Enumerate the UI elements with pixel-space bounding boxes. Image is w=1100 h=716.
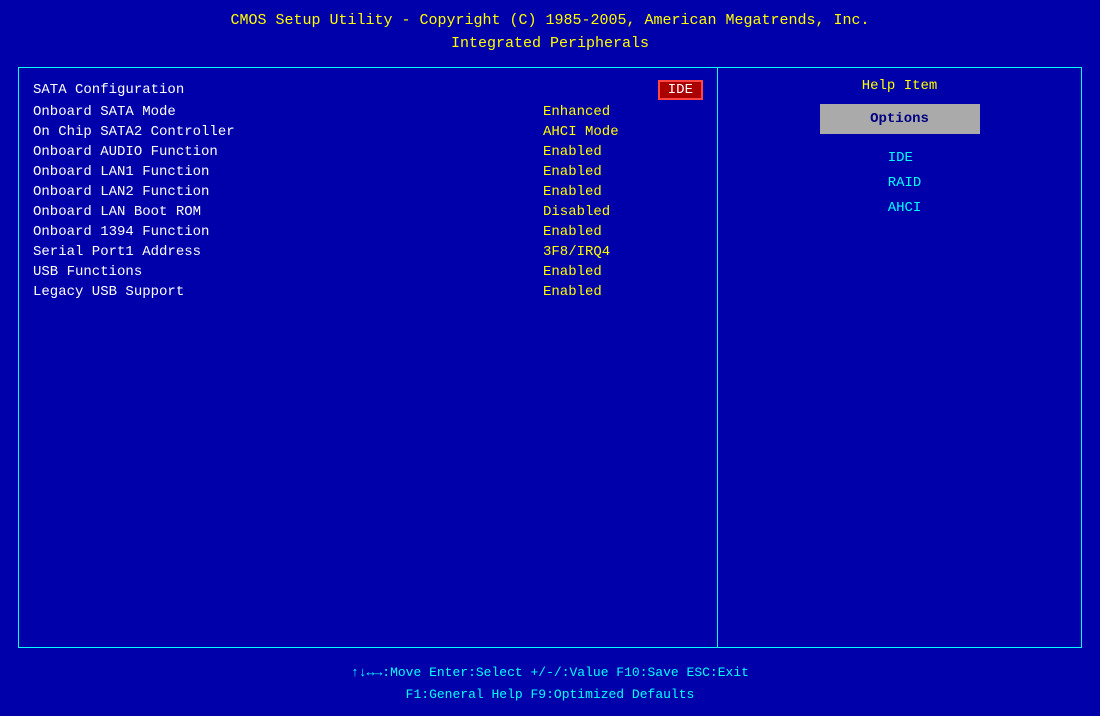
menu-item-value[interactable]: 3F8/IRQ4 <box>543 244 703 260</box>
options-list: IDERAIDAHCI <box>878 146 922 222</box>
left-panel: SATA Configuration IDE Onboard SATA Mode En… <box>19 68 718 647</box>
options-box: Options <box>820 104 980 134</box>
menu-row[interactable]: Onboard LAN2 Function Enabled <box>33 182 703 202</box>
menu-row[interactable]: Onboard LAN Boot ROM Disabled <box>33 202 703 222</box>
bios-footer: ↑↓↔→:Move Enter:Select +/-/:Value F10:Sa… <box>0 654 1100 716</box>
menu-item-label: Onboard AUDIO Function <box>33 144 273 160</box>
header-line2: Integrated Peripherals <box>0 33 1100 56</box>
option-item[interactable]: IDE <box>888 146 922 171</box>
main-container: SATA Configuration IDE Onboard SATA Mode En… <box>18 67 1082 648</box>
right-panel: Help Item Options IDERAIDAHCI <box>718 68 1081 647</box>
menu-row[interactable]: SATA Configuration IDE <box>33 78 703 102</box>
menu-item-value[interactable]: Enabled <box>543 224 703 240</box>
menu-item-label: Onboard SATA Mode <box>33 104 273 120</box>
footer-line2: F1:General Help F9:Optimized Defaults <box>0 684 1100 706</box>
menu-item-label: Onboard LAN Boot ROM <box>33 204 273 220</box>
bios-header: CMOS Setup Utility - Copyright (C) 1985-… <box>0 0 1100 61</box>
help-panel-title: Help Item <box>862 78 938 94</box>
menu-item-label: Legacy USB Support <box>33 284 273 300</box>
menu-item-value[interactable]: Enabled <box>543 264 703 280</box>
menu-item-label: USB Functions <box>33 264 273 280</box>
menu-item-label: Onboard LAN1 Function <box>33 164 273 180</box>
option-item[interactable]: AHCI <box>888 196 922 221</box>
menu-item-label: Onboard 1394 Function <box>33 224 273 240</box>
menu-row[interactable]: Onboard SATA Mode Enhanced <box>33 102 703 122</box>
menu-item-value[interactable]: AHCI Mode <box>543 124 703 140</box>
menu-row[interactable]: Onboard LAN1 Function Enabled <box>33 162 703 182</box>
menu-item-value[interactable]: IDE <box>658 80 703 100</box>
menu-row[interactable]: Onboard 1394 Function Enabled <box>33 222 703 242</box>
options-label: Options <box>839 111 961 127</box>
menu-item-value[interactable]: Enabled <box>543 164 703 180</box>
menu-item-label: Serial Port1 Address <box>33 244 273 260</box>
menu-item-value[interactable]: Enhanced <box>543 104 703 120</box>
option-item[interactable]: RAID <box>888 171 922 196</box>
menu-item-value[interactable]: Disabled <box>543 204 703 220</box>
menu-item-value[interactable]: Enabled <box>543 184 703 200</box>
menu-row[interactable]: USB Functions Enabled <box>33 262 703 282</box>
menu-item-label: SATA Configuration <box>33 82 273 98</box>
menu-item-label: Onboard LAN2 Function <box>33 184 273 200</box>
menu-item-value[interactable]: Enabled <box>543 144 703 160</box>
menu-item-label: On Chip SATA2 Controller <box>33 124 273 140</box>
menu-row[interactable]: Serial Port1 Address 3F8/IRQ4 <box>33 242 703 262</box>
footer-line1: ↑↓↔→:Move Enter:Select +/-/:Value F10:Sa… <box>0 662 1100 684</box>
menu-row[interactable]: On Chip SATA2 Controller AHCI Mode <box>33 122 703 142</box>
menu-row[interactable]: Legacy USB Support Enabled <box>33 282 703 302</box>
menu-row[interactable]: Onboard AUDIO Function Enabled <box>33 142 703 162</box>
menu-item-value[interactable]: Enabled <box>543 284 703 300</box>
header-line1: CMOS Setup Utility - Copyright (C) 1985-… <box>0 10 1100 33</box>
